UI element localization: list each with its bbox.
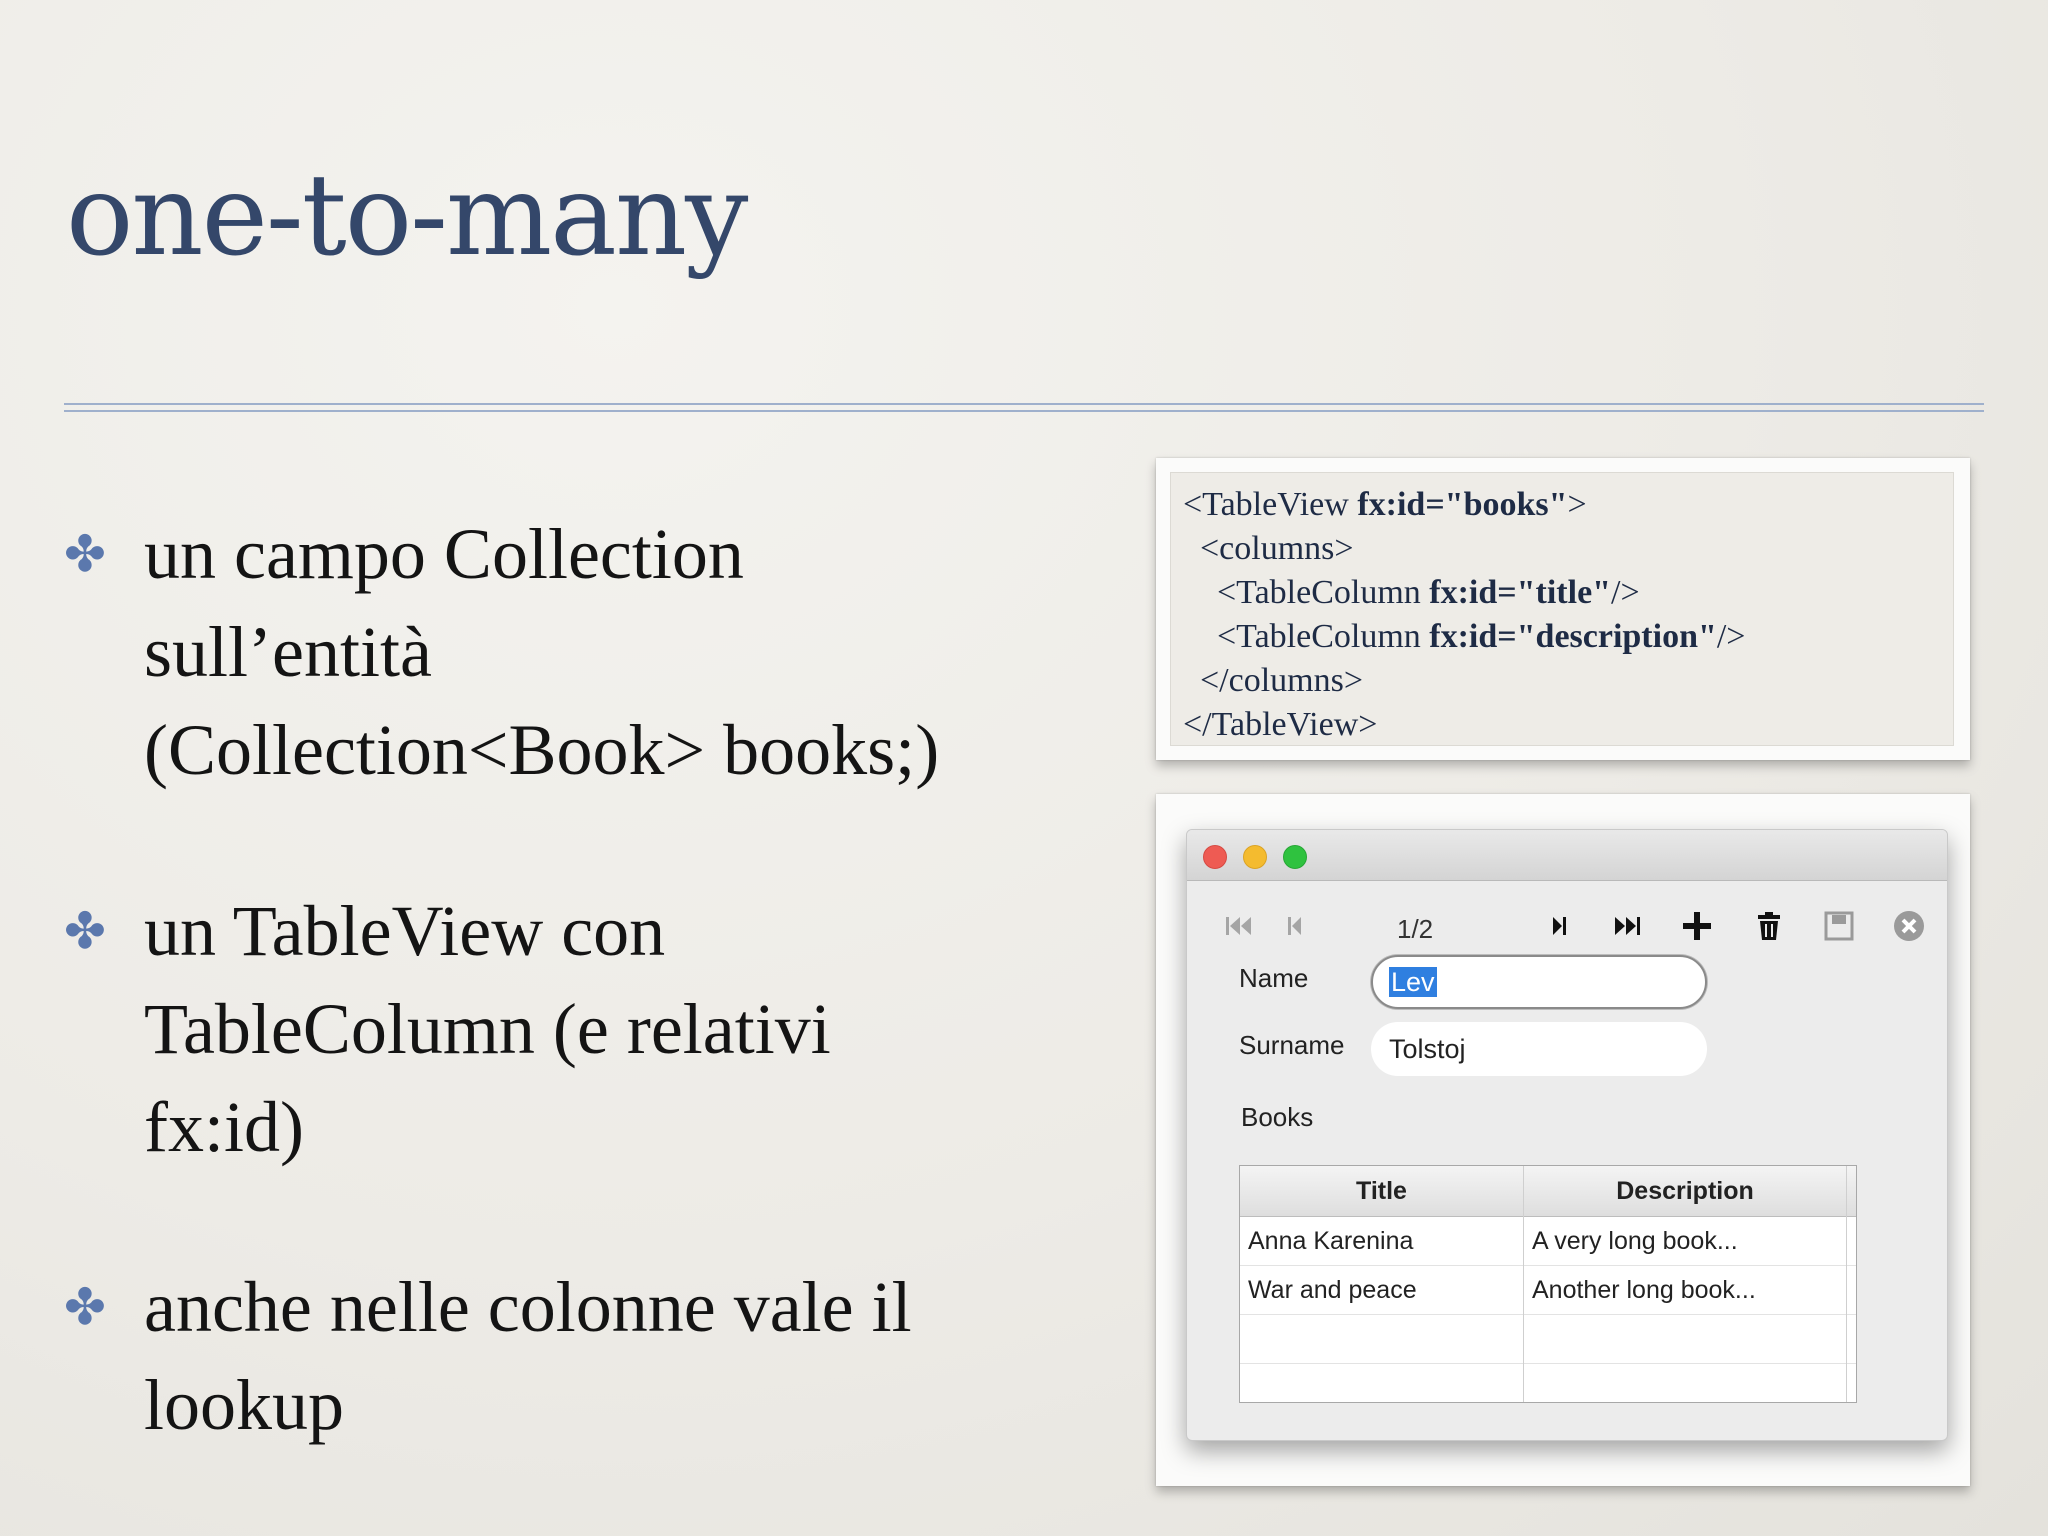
- bullet-text-line: anche nelle colonne vale il: [144, 1267, 912, 1347]
- code-line: </TableView>: [1183, 706, 1378, 743]
- bullet-icon: ✤: [64, 903, 106, 959]
- add-record-button[interactable]: [1677, 908, 1717, 944]
- app-screenshot-panel: 1/2 Name Lev Surname Tolstoj Books Title…: [1156, 794, 1970, 1486]
- table-row[interactable]: [1240, 1315, 1856, 1364]
- table-cell: Another long book...: [1532, 1276, 1756, 1304]
- save-record-button[interactable]: [1819, 908, 1859, 944]
- bullet-item: ✤ un TableView con TableColumn (e relati…: [64, 882, 1194, 1176]
- name-input[interactable]: Lev: [1371, 955, 1707, 1009]
- table-cell: War and peace: [1248, 1276, 1417, 1304]
- last-record-button[interactable]: [1607, 908, 1647, 944]
- bullet-text-line: fx:id): [144, 1087, 304, 1167]
- table-row[interactable]: War and peace Another long book...: [1240, 1266, 1856, 1315]
- table-row[interactable]: Anna Karenina A very long book...: [1240, 1217, 1856, 1266]
- code-line: </columns>: [1200, 662, 1364, 699]
- bullet-item: ✤ anche nelle colonne vale il lookup: [64, 1258, 1194, 1454]
- page-indicator: 1/2: [1397, 914, 1434, 944]
- bullet-text-line: un TableView con: [144, 891, 666, 971]
- table-cell: A very long book...: [1532, 1227, 1738, 1255]
- bullet-text-line: lookup: [144, 1365, 345, 1445]
- window-close-button[interactable]: [1203, 845, 1227, 869]
- bullet-text-line: (Collection<Book> books;): [144, 710, 940, 790]
- first-record-button[interactable]: [1219, 908, 1259, 944]
- title-divider: [64, 403, 1984, 405]
- books-table[interactable]: Title Description Anna Karenina A very l…: [1239, 1165, 1857, 1403]
- code-line: <TableColumn fx:id="title"/>: [1217, 574, 1640, 611]
- bullet-item: ✤ un campo Collection sull’entità (Colle…: [64, 505, 1194, 799]
- title-divider: [64, 410, 1984, 412]
- delete-record-button[interactable]: [1749, 908, 1789, 944]
- window-titlebar: [1187, 830, 1947, 881]
- bullet-text-line: sull’entità: [144, 612, 432, 692]
- save-icon: [1824, 911, 1854, 941]
- bullet-text-line: TableColumn (e relativi: [144, 989, 831, 1069]
- bullet-icon: ✤: [64, 526, 106, 582]
- first-icon: [1224, 914, 1254, 938]
- record-toolbar: 1/2: [1187, 900, 1947, 950]
- code-line: <columns>: [1200, 530, 1354, 567]
- table-cell: Anna Karenina: [1248, 1227, 1414, 1255]
- next-icon: [1549, 914, 1569, 938]
- close-circle-icon: [1893, 910, 1925, 942]
- close-record-button[interactable]: [1889, 908, 1929, 944]
- add-icon: [1681, 910, 1713, 942]
- table-header: Title Description: [1240, 1166, 1856, 1217]
- column-header-title[interactable]: Title: [1240, 1166, 1523, 1216]
- next-record-button[interactable]: [1539, 908, 1579, 944]
- previous-icon: [1285, 914, 1305, 938]
- name-label: Name: [1239, 963, 1309, 993]
- previous-record-button[interactable]: [1275, 908, 1315, 944]
- window-minimize-button[interactable]: [1243, 845, 1267, 869]
- column-divider: [1846, 1166, 1847, 1402]
- last-icon: [1612, 914, 1642, 938]
- code-snippet-panel: <TableView fx:id="books"> <columns> <Tab…: [1156, 458, 1970, 760]
- name-input-value: Lev: [1389, 967, 1437, 997]
- surname-input[interactable]: Tolstoj: [1371, 1022, 1707, 1076]
- bullet-text-line: un campo Collection: [144, 514, 744, 594]
- code-line: <TableColumn fx:id="description"/>: [1217, 618, 1746, 655]
- code-line: <TableView fx:id="books">: [1183, 486, 1587, 523]
- surname-label: Surname: [1239, 1030, 1345, 1060]
- column-header-description[interactable]: Description: [1524, 1166, 1846, 1216]
- delete-icon: [1756, 911, 1782, 941]
- slide-title: one-to-many: [66, 151, 748, 281]
- column-divider: [1523, 1166, 1524, 1402]
- bullet-icon: ✤: [64, 1279, 106, 1335]
- window-zoom-button[interactable]: [1283, 845, 1307, 869]
- app-window: 1/2 Name Lev Surname Tolstoj Books Title…: [1186, 829, 1948, 1441]
- books-label: Books: [1241, 1102, 1314, 1132]
- code-block: <TableView fx:id="books"> <columns> <Tab…: [1170, 472, 1954, 746]
